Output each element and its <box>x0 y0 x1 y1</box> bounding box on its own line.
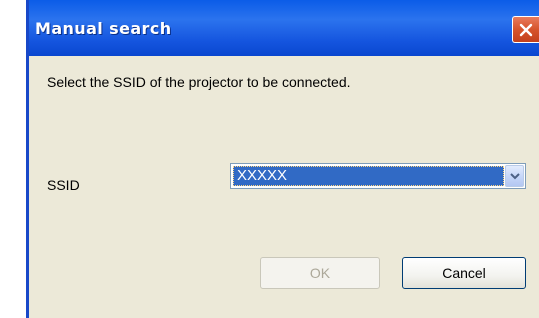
cancel-button[interactable]: Cancel <box>402 257 526 289</box>
ssid-select[interactable]: XXXXX <box>230 163 526 189</box>
close-button[interactable] <box>512 16 539 43</box>
ssid-dropdown-button[interactable] <box>505 165 524 187</box>
dialog-content: Select the SSID of the projector to be c… <box>29 56 539 318</box>
title-bar[interactable]: Manual search <box>29 0 539 56</box>
window-title: Manual search <box>35 19 172 38</box>
instruction-text: Select the SSID of the projector to be c… <box>47 74 351 90</box>
chevron-down-icon <box>510 173 520 180</box>
close-icon <box>519 23 533 37</box>
ssid-label: SSID <box>47 177 80 193</box>
manual-search-dialog: Manual search Select the SSID of the pro… <box>26 0 539 318</box>
ssid-selected-value[interactable]: XXXXX <box>233 166 504 186</box>
ok-button[interactable]: OK <box>260 257 380 289</box>
